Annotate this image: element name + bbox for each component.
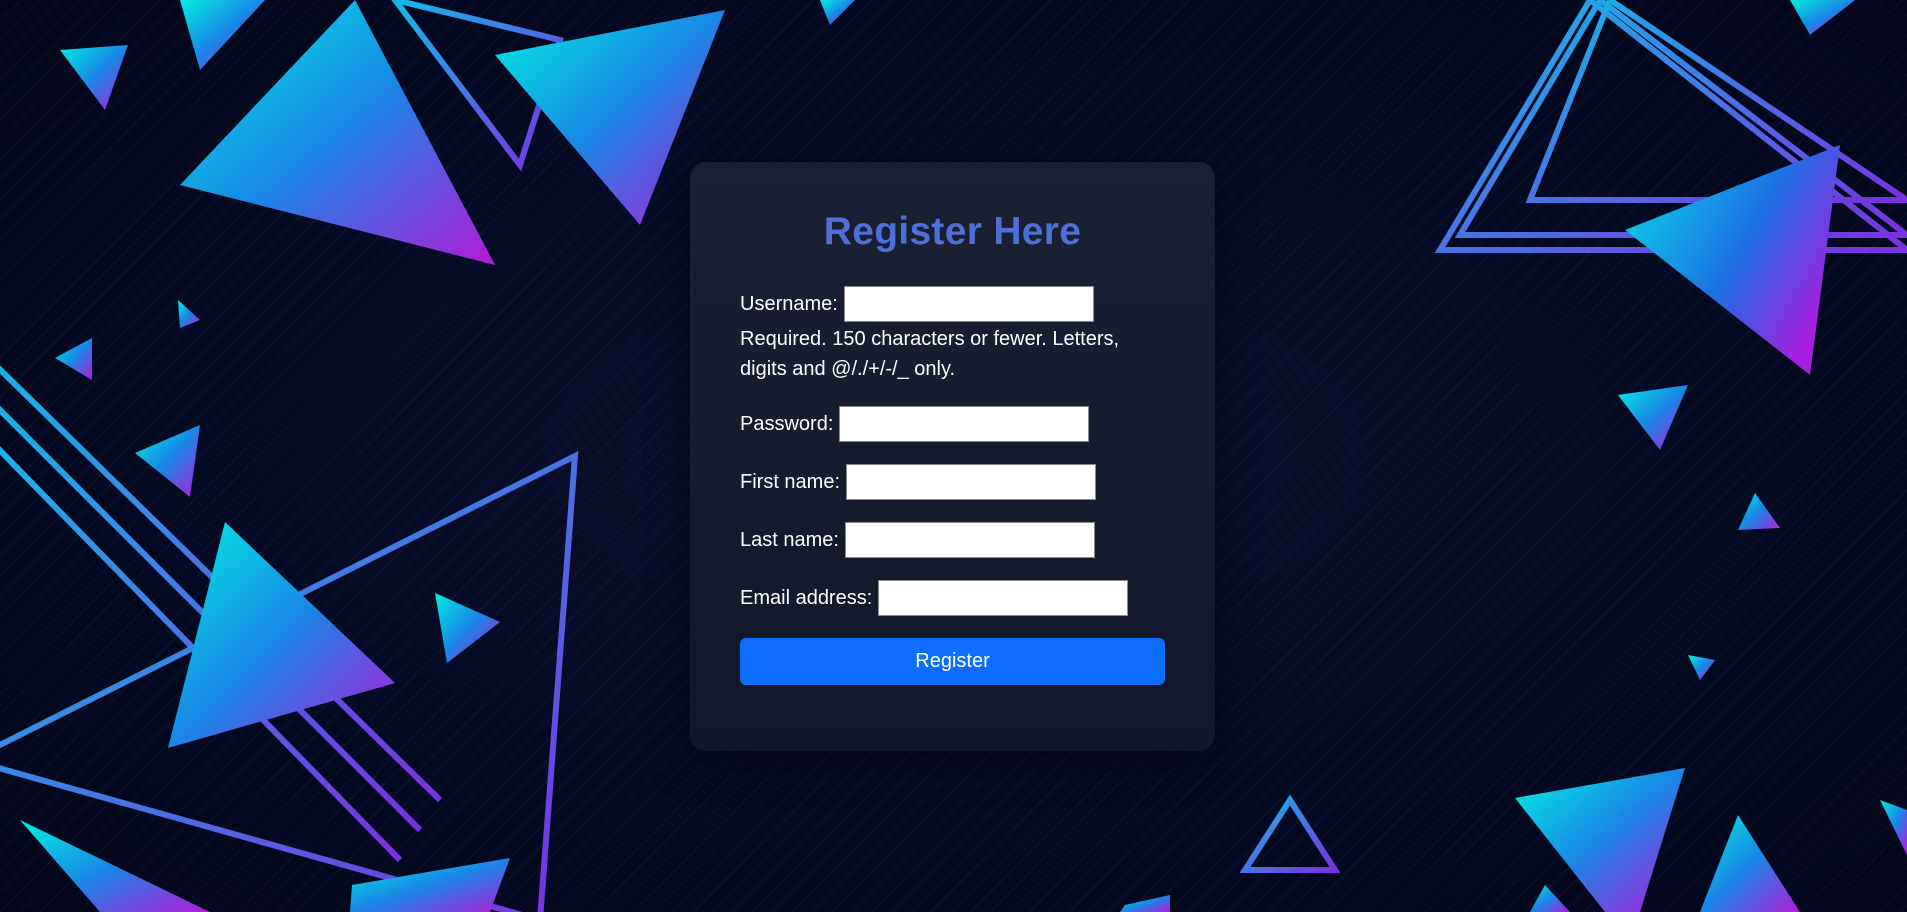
- username-help-text: Required. 150 characters or fewer. Lette…: [740, 328, 1120, 380]
- last-name-label: Last name:: [740, 529, 839, 551]
- email-row: Email address:: [740, 580, 1165, 616]
- last-name-row: Last name:: [740, 522, 1165, 558]
- password-input[interactable]: [839, 406, 1090, 442]
- registration-form: Register Here Username: Required. 150 ch…: [690, 162, 1215, 751]
- large-triangle: [1515, 768, 1685, 912]
- last-name-input[interactable]: [844, 522, 1095, 558]
- outline-triangle: [1239, 794, 1341, 873]
- large-triangle: [168, 522, 395, 748]
- first-name-input[interactable]: [846, 464, 1097, 500]
- username-input[interactable]: [843, 286, 1094, 322]
- password-label: Password:: [740, 413, 834, 435]
- page-background: Register Here Username: Required. 150 ch…: [0, 0, 1907, 912]
- email-label: Email address:: [740, 587, 873, 609]
- form-title: Register Here: [823, 210, 1082, 253]
- first-name-row: First name:: [740, 464, 1165, 500]
- password-row: Password:: [740, 406, 1165, 442]
- large-triangle: [1625, 145, 1840, 375]
- username-label: Username:: [740, 293, 838, 315]
- email-input[interactable]: [878, 580, 1129, 616]
- register-button[interactable]: Register: [740, 638, 1165, 685]
- first-name-label: First name:: [740, 471, 841, 493]
- username-row: Username:: [740, 286, 1165, 322]
